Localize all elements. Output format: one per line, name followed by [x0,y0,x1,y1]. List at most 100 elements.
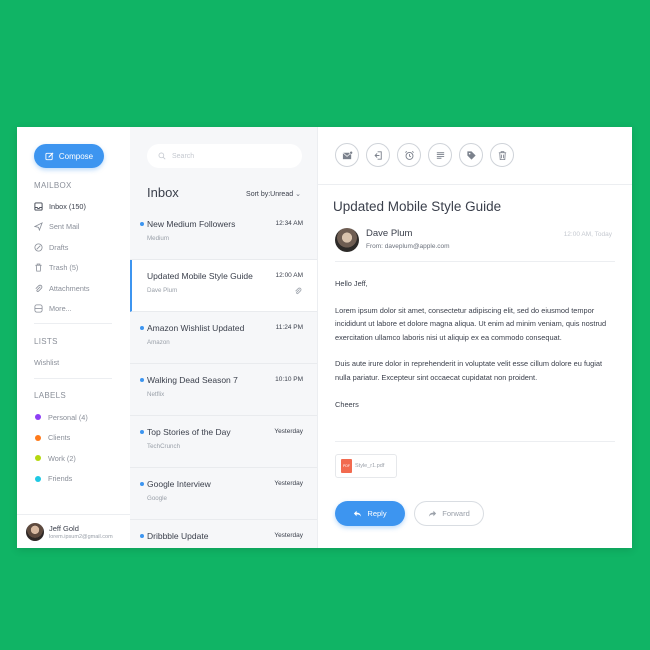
divider [335,441,615,442]
message-time: Yesterday [274,532,303,539]
message-row-selected[interactable]: Updated Mobile Style Guide Dave Plum 12:… [130,260,317,312]
user-info: Jeff Gold lorem.ipsum2@gmail.com [49,524,113,540]
body-paragraph: Cheers [335,399,359,409]
sender-name: Dave Plum [366,228,413,239]
mailbox-list: Inbox (150) Sent Mail Drafts Trash (5) A… [34,196,129,319]
inbox-icon [34,202,43,211]
attachment-name: Style_r1.pdf [355,463,385,469]
list-icon [436,151,444,159]
reply-label: Reply [367,509,387,518]
attachment-chip[interactable]: PDF Style_r1.pdf [335,454,397,478]
tag-icon [466,150,476,160]
divider [318,184,632,185]
sidebar: Compose MAILBOX Inbox (150) Sent Mail Dr… [17,127,130,548]
reply-button[interactable]: Reply [335,501,405,526]
label-item-text: Clients [48,433,71,443]
unread-dot [140,326,144,330]
sender-email: From: daveplum@apple.com [366,243,450,250]
sidebar-item-more[interactable]: More... [34,299,129,320]
label-item-friends[interactable]: Friends [34,469,129,490]
tag-button[interactable] [459,143,483,167]
message-row[interactable]: Dribbble Update Yesterday [130,520,317,548]
message-row[interactable]: Walking Dead Season 7 Netflix 10:10 PM [130,364,317,416]
message-row[interactable]: New Medium Followers Medium 12:34 AM [130,208,317,260]
sidebar-item-trash[interactable]: Trash (5) [34,258,129,279]
delete-button[interactable] [490,143,514,167]
message-sender: Amazon [147,339,170,346]
label-item-text: Personal (4) [48,412,88,422]
message-list-panel: Search Inbox Sort by:Unread ⌄ New Medium… [130,127,318,548]
sidebar-item-inbox[interactable]: Inbox (150) [34,196,129,217]
paperclip-icon [295,287,302,295]
pdf-icon: PDF [341,459,352,473]
draft-icon [34,243,43,252]
label-item-work[interactable]: Work (2) [34,448,129,469]
message-sender: Google [147,495,167,502]
labels-section-title: LABELS [34,391,67,400]
sidebar-item-wishlist[interactable]: Wishlist [34,352,129,373]
sidebar-item-label: Attachments [49,283,90,293]
sidebar-item-sent[interactable]: Sent Mail [34,217,129,238]
message-sender: TechCrunch [147,443,181,450]
trash-icon [34,263,43,272]
label-color-dot [35,475,41,482]
send-icon [34,222,43,232]
sort-dropdown[interactable]: Sort by:Unread ⌄ [246,190,301,199]
message-body: Hello Jeff, Lorem ipsum dolor sit amet, … [335,277,610,424]
unread-dot [140,378,144,382]
sort-label: Sort by:Unread [246,190,294,198]
message-subject: Walking Dead Season 7 [147,375,238,385]
mail-icon [342,150,353,159]
forward-label: Forward [442,509,470,518]
message-subject: New Medium Followers [147,219,236,229]
alarm-icon [404,150,414,160]
user-name: Jeff Gold [49,523,79,533]
compose-button[interactable]: Compose [34,144,104,168]
lists-list: Wishlist [34,352,129,373]
snooze-button[interactable] [397,143,421,167]
label-item-clients[interactable]: Clients [34,428,129,449]
mark-mail-button[interactable] [335,143,359,167]
sidebar-item-label: Wishlist [34,357,60,367]
sidebar-item-drafts[interactable]: Drafts [34,237,129,258]
unread-dot [140,430,144,434]
search-input[interactable]: Search [172,153,194,160]
message-time: 11:24 PM [275,324,303,331]
search-box[interactable]: Search [147,144,302,168]
body-paragraph: Lorem ipsum dolor sit amet, consectetur … [335,305,607,342]
forward-button[interactable]: Forward [414,501,484,526]
label-item-text: Friends [48,474,73,484]
search-icon [158,152,166,160]
compose-label: Compose [58,151,94,161]
message-subject: Dribbble Update [147,531,209,541]
move-button[interactable] [366,143,390,167]
labels-list: Personal (4) Clients Work (2) Friends [34,407,129,489]
message-time: Yesterday [274,480,303,487]
unread-dot [140,482,144,486]
compose-icon [45,152,54,160]
message-rows: New Medium Followers Medium 12:34 AM Upd… [130,208,317,548]
unread-dot [140,534,144,538]
paperclip-icon [34,284,43,293]
message-row[interactable]: Amazon Wishlist Updated Amazon 11:24 PM [130,312,317,364]
user-profile[interactable]: Jeff Gold lorem.ipsum2@gmail.com [17,514,130,548]
user-email: lorem.ipsum2@gmail.com [49,533,113,540]
message-toolbar [335,143,514,167]
message-time: 10:10 PM [275,376,303,383]
message-row[interactable]: Google Interview Google Yesterday [130,468,317,520]
list-button[interactable] [428,143,452,167]
message-row[interactable]: Top Stories of the Day TechCrunch Yester… [130,416,317,468]
divider [335,261,615,262]
label-item-personal[interactable]: Personal (4) [34,407,129,428]
sidebar-item-attachments[interactable]: Attachments [34,278,129,299]
message-sender: Netflix [147,391,165,398]
mailbox-section-title: MAILBOX [34,181,72,190]
message-date: 12:00 AM, Today [563,231,612,238]
message-time: Yesterday [274,428,303,435]
message-time: 12:34 AM [275,220,303,227]
sidebar-item-label: Drafts [49,242,69,252]
message-subject: Amazon Wishlist Updated [147,323,245,333]
sidebar-item-label: Inbox (150) [49,201,86,211]
label-color-dot [35,434,41,441]
message-time: 12:00 AM [275,272,303,279]
